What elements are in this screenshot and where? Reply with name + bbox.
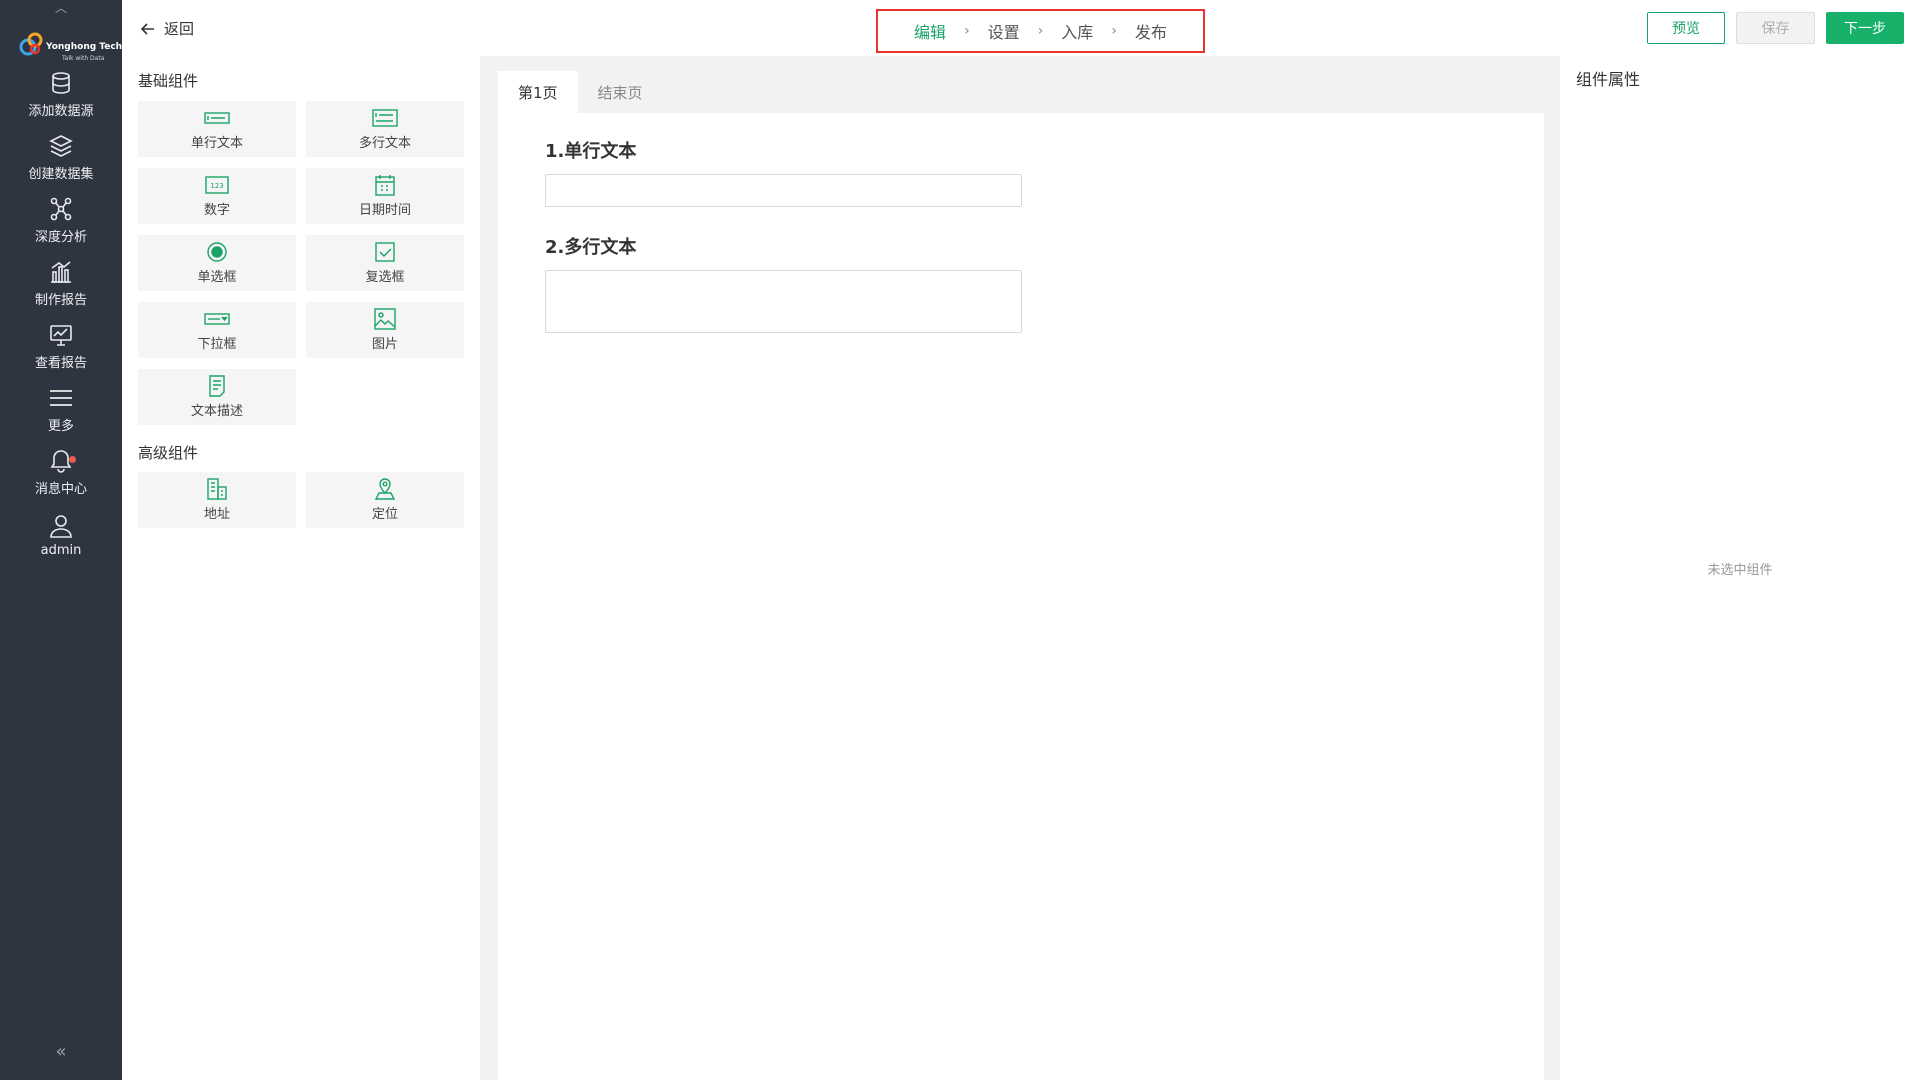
single-line-text-icon <box>204 112 230 124</box>
step-publish[interactable]: 发布 <box>1135 19 1167 43</box>
nav-label: 消息中心 <box>34 481 87 497</box>
preview-button[interactable]: 预览 <box>1647 12 1725 44</box>
nav-item-view-report[interactable]: 查看报告 <box>0 316 122 376</box>
checkbox-icon <box>375 242 395 262</box>
arrow-left-icon <box>140 22 154 35</box>
question-2-title[interactable]: 2.多行文本 <box>545 233 636 259</box>
back-button[interactable]: 返回 <box>140 18 194 39</box>
component-radio[interactable]: 单选框 <box>138 235 296 291</box>
main-nav: ︿ Yonghong Tech Talk with Data 添加数据源 创建数… <box>0 0 122 1080</box>
image-icon <box>374 308 396 330</box>
nav-label: 更多 <box>47 418 74 434</box>
chevron-right-icon: › <box>1111 23 1117 39</box>
step-storage[interactable]: 入库 <box>1061 19 1093 43</box>
components-panel: 基础组件 单行文本 多行文本 123 数字 日期时间 单选框 复选框 下拉框 图… <box>122 56 480 1080</box>
nav-item-user[interactable]: admin <box>0 505 122 565</box>
component-dropdown[interactable]: 下拉框 <box>138 302 296 358</box>
step-settings[interactable]: 设置 <box>988 19 1020 43</box>
nav-item-create-dataset[interactable]: 创建数据集 <box>0 127 122 187</box>
basic-components-title: 基础组件 <box>138 72 199 90</box>
component-single-line-text[interactable]: 单行文本 <box>138 101 296 157</box>
step-edit[interactable]: 编辑 <box>914 19 946 43</box>
no-selection-text: 未选中组件 <box>1707 563 1773 578</box>
nav-label: 添加数据源 <box>28 103 94 119</box>
chevron-right-icon: › <box>1037 23 1044 39</box>
menu-icon <box>50 389 72 406</box>
monitor-chart-icon <box>50 324 72 346</box>
nav-item-deep-analysis[interactable]: 深度分析 <box>0 190 122 250</box>
logo-rings-icon <box>19 32 43 56</box>
component-number[interactable]: 123 数字 <box>138 168 296 224</box>
properties-title: 组件属性 <box>1576 70 1641 89</box>
component-checkbox[interactable]: 复选框 <box>306 235 464 291</box>
nav-item-more[interactable]: 更多 <box>0 379 122 439</box>
chevron-right-icon: › <box>964 23 970 39</box>
address-icon <box>207 478 227 500</box>
form-page: 1.单行文本 2.多行文本 <box>498 113 1544 1080</box>
question-1-title[interactable]: 1.单行文本 <box>545 137 636 163</box>
nav-label: 查看报告 <box>34 355 87 371</box>
component-image[interactable]: 图片 <box>306 302 464 358</box>
nav-item-message-center[interactable]: 消息中心 <box>0 442 122 502</box>
advanced-components-title: 高级组件 <box>138 444 199 462</box>
logo-text: Yonghong Tech <box>46 42 123 52</box>
component-text-description[interactable]: 文本描述 <box>138 369 296 425</box>
next-step-button[interactable]: 下一步 <box>1826 12 1904 44</box>
logo-subtext: Talk with Data <box>62 55 105 62</box>
number-icon: 123 <box>205 176 229 194</box>
bar-chart-icon <box>51 260 71 283</box>
location-icon <box>374 478 396 500</box>
component-multi-line-text[interactable]: 多行文本 <box>306 101 464 157</box>
multi-line-text-icon <box>372 109 398 127</box>
nav-label: 制作报告 <box>34 292 87 308</box>
dropdown-icon <box>204 313 230 325</box>
save-button[interactable]: 保存 <box>1736 12 1815 44</box>
component-address[interactable]: 地址 <box>138 472 296 528</box>
nav-label: 深度分析 <box>34 229 87 245</box>
back-label: 返回 <box>164 20 195 38</box>
nav-item-make-report[interactable]: 制作报告 <box>0 253 122 313</box>
user-icon <box>50 514 72 538</box>
database-icon <box>52 71 70 94</box>
collapse-sidebar-icon[interactable]: « <box>0 1041 122 1062</box>
calendar-icon <box>375 175 395 196</box>
question-1-single-line-input[interactable] <box>545 174 1022 207</box>
page-tabs: 第1页 结束页 <box>498 71 663 113</box>
properties-panel: 组件属性 未选中组件 <box>1560 56 1920 1080</box>
nav-label: 创建数据集 <box>28 166 94 182</box>
notification-dot <box>69 456 76 463</box>
collapse-up-icon[interactable]: ︿ <box>0 0 122 15</box>
nav-label: admin <box>40 542 82 558</box>
layers-icon <box>49 134 73 157</box>
logo: Yonghong Tech Talk with Data <box>18 30 122 68</box>
tab-end-page[interactable]: 结束页 <box>578 71 663 113</box>
number-icon-text: 123 <box>210 182 223 190</box>
form-canvas: 第1页 结束页 1.单行文本 2.多行文本 <box>498 56 1558 1080</box>
question-2-multi-line-input[interactable] <box>545 270 1022 333</box>
top-bar: 返回 编辑 › 设置 › 入库 › 发布 预览 保存 下一步 <box>122 0 1920 56</box>
radio-icon <box>207 242 227 262</box>
step-navigator: 编辑 › 设置 › 入库 › 发布 <box>876 9 1205 53</box>
text-description-icon <box>209 375 225 397</box>
component-date-time[interactable]: 日期时间 <box>306 168 464 224</box>
tab-page-1[interactable]: 第1页 <box>498 71 578 113</box>
nav-item-add-datasource[interactable]: 添加数据源 <box>0 64 122 124</box>
network-icon <box>50 197 72 220</box>
component-location[interactable]: 定位 <box>306 472 464 528</box>
